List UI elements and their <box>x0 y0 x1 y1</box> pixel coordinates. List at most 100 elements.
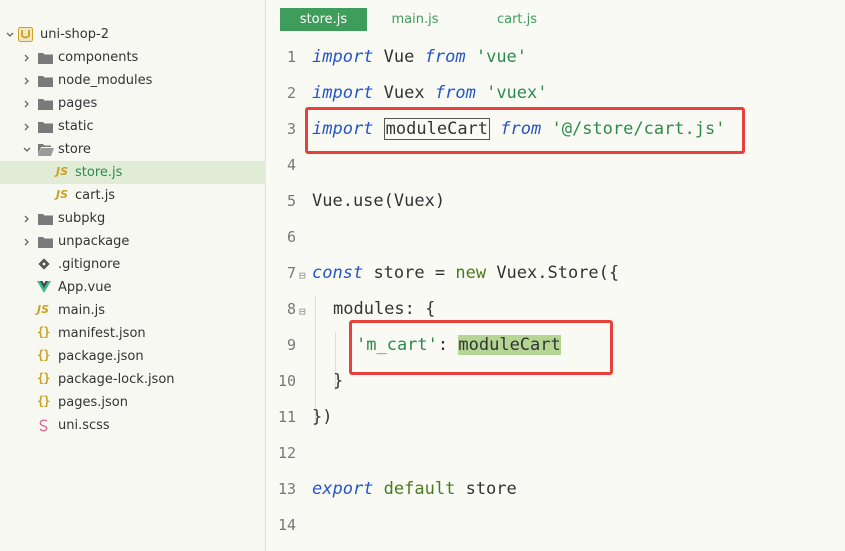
folder-icon <box>38 76 53 87</box>
tab-store-js[interactable]: store.js <box>280 8 367 31</box>
tree-item-pages[interactable]: pages <box>0 92 266 115</box>
annotation-highlight-box <box>305 107 745 154</box>
tab-cart-js[interactable]: cart.js <box>479 8 555 31</box>
tree-item-label: App.vue <box>58 280 112 295</box>
line-number: 13 <box>277 480 296 498</box>
tab-label: store.js <box>299 12 348 27</box>
annotation-highlight-box <box>349 320 613 375</box>
code-line-13: export default store <box>312 479 517 499</box>
tree-item-label: static <box>58 119 94 134</box>
code-text: store = <box>373 263 446 283</box>
keyword: import <box>312 47 374 67</box>
identifier: Vue <box>383 47 415 67</box>
code-line-2: import Vuex from 'vuex' <box>312 83 548 103</box>
tree-item-label: package.json <box>58 349 144 364</box>
project-u-icon <box>18 27 33 42</box>
tree-item-label: manifest.json <box>58 326 146 341</box>
tree-root[interactable]: uni-shop-2 <box>0 23 266 46</box>
js-file-icon: JS <box>56 188 69 201</box>
tree-root-label: uni-shop-2 <box>40 27 109 42</box>
chevron-right-icon[interactable] <box>22 99 32 109</box>
string-literal: 'vue' <box>475 47 528 67</box>
code-line-7: const store = new Vuex.Store({ <box>312 263 619 283</box>
json-file-icon: {} <box>37 325 50 339</box>
tree-item-label: cart.js <box>75 188 116 203</box>
tree-item-components[interactable]: components <box>0 46 266 69</box>
code-line-8: modules: { <box>333 299 435 319</box>
tree-item-label: uni.scss <box>58 418 110 433</box>
line-number: 9 <box>286 336 296 354</box>
chevron-right-icon[interactable] <box>22 237 32 247</box>
line-number: 7 <box>286 264 296 282</box>
line-number: 4 <box>286 156 296 174</box>
tree-item-label: main.js <box>58 303 105 318</box>
folder-open-icon <box>38 144 54 156</box>
tree-item-package-json[interactable]: {} package.json <box>0 345 266 368</box>
tree-item-store[interactable]: store <box>0 138 266 161</box>
chevron-right-icon[interactable] <box>22 76 32 86</box>
js-file-icon: JS <box>56 165 69 178</box>
chevron-right-icon[interactable] <box>22 53 32 63</box>
keyword: from <box>434 83 476 103</box>
keyword: default <box>383 479 456 499</box>
tree-item-label: unpackage <box>58 234 130 249</box>
vue-file-icon <box>37 281 51 293</box>
tree-item-main-js[interactable]: JS main.js <box>0 299 266 322</box>
line-number: 8 <box>286 300 296 318</box>
tree-item-package-lock-json[interactable]: {} package-lock.json <box>0 368 266 391</box>
folder-icon <box>38 214 53 225</box>
tree-item-label: store <box>58 142 91 157</box>
tree-item-static[interactable]: static <box>0 115 266 138</box>
tree-item-manifest-json[interactable]: {} manifest.json <box>0 322 266 345</box>
identifier: store <box>465 479 517 499</box>
chevron-right-icon[interactable] <box>22 214 32 224</box>
tree-item-label: subpkg <box>58 211 106 226</box>
git-file-icon <box>38 258 50 270</box>
tree-item-label: .gitignore <box>58 257 121 272</box>
editor-tab-bar: store.js main.js cart.js <box>267 0 845 40</box>
tree-item-label: pages <box>58 96 98 111</box>
tree-item-cart-js[interactable]: JS cart.js <box>0 184 266 207</box>
tree-item-node-modules[interactable]: node_modules <box>0 69 266 92</box>
fold-toggle-icon[interactable]: ⊟ <box>299 305 306 318</box>
keyword: const <box>312 263 364 283</box>
scss-file-icon <box>39 419 48 432</box>
project-explorer: uni-shop-2 components node_modules pages… <box>0 0 266 551</box>
tree-item-gitignore[interactable]: .gitignore <box>0 253 266 276</box>
tree-item-uni-scss[interactable]: uni.scss <box>0 414 266 437</box>
json-file-icon: {} <box>37 348 50 362</box>
code-line-5: Vue.use(Vuex) <box>312 191 445 211</box>
code-line-10: } <box>333 371 343 391</box>
keyword: import <box>312 83 374 103</box>
line-number: 5 <box>286 192 296 210</box>
tree-item-pages-json[interactable]: {} pages.json <box>0 391 266 414</box>
line-number: 14 <box>277 516 296 534</box>
keyword: export <box>312 479 374 499</box>
code-text: Vuex.Store({ <box>496 263 620 283</box>
tree-item-app-vue[interactable]: App.vue <box>0 276 266 299</box>
code-text: } <box>333 371 344 391</box>
chevron-down-icon[interactable] <box>22 145 32 155</box>
line-number: 11 <box>277 408 296 426</box>
identifier: Vuex <box>383 83 425 103</box>
folder-icon <box>38 53 53 64</box>
code-editor[interactable]: 1 2 3 4 5 6 7 8 9 10 11 12 13 14 ⊟ ⊟ imp… <box>267 40 845 551</box>
js-file-icon: JS <box>37 303 50 316</box>
tree-item-label: package-lock.json <box>58 372 175 387</box>
code-line-1: import Vue from 'vue' <box>312 47 527 67</box>
tab-label: main.js <box>391 12 439 27</box>
line-number: 6 <box>286 228 296 246</box>
tree-item-store-js[interactable]: JS store.js <box>0 161 266 184</box>
folder-icon <box>38 99 53 110</box>
fold-toggle-icon[interactable]: ⊟ <box>299 269 306 282</box>
tree-item-subpkg[interactable]: subpkg <box>0 207 266 230</box>
folder-icon <box>38 237 53 248</box>
tab-main-js[interactable]: main.js <box>375 8 455 31</box>
tree-item-unpackage[interactable]: unpackage <box>0 230 266 253</box>
tree-item-label: node_modules <box>58 73 153 88</box>
chevron-right-icon[interactable] <box>22 122 32 132</box>
folder-icon <box>38 122 53 133</box>
chevron-down-icon[interactable] <box>5 30 15 40</box>
tree-item-label: store.js <box>75 165 123 180</box>
code-text: }) <box>312 407 333 427</box>
